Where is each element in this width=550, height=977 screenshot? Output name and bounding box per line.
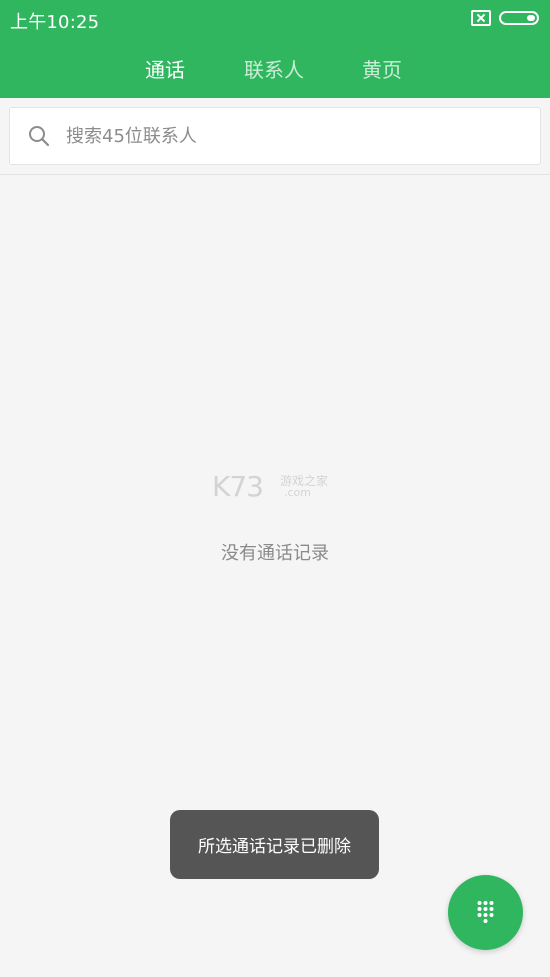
divider	[0, 174, 550, 175]
toast: 所选通话记录已删除	[170, 810, 379, 879]
app-header: 上午10:25 通话 联系人 黄页	[0, 0, 550, 98]
tab-contacts[interactable]: 联系人	[244, 54, 304, 83]
tab-yellow-pages[interactable]: 黄页	[362, 54, 402, 83]
watermark-logo: K73 游戏之家 .com	[210, 462, 340, 510]
search-icon	[27, 124, 51, 148]
empty-state-message: 没有通话记录	[221, 543, 329, 564]
search-bar[interactable]	[9, 107, 541, 165]
tab-bar: 通话 联系人 黄页	[0, 44, 550, 92]
dialpad-button[interactable]	[448, 875, 523, 950]
watermark-url-text: .com	[284, 486, 311, 499]
dialpad-icon	[477, 901, 494, 923]
watermark-main-text: K73	[212, 470, 264, 503]
sim-icon	[471, 10, 491, 26]
tab-calls[interactable]: 通话	[145, 54, 185, 83]
search-input[interactable]	[66, 120, 506, 152]
status-time: 上午10:25	[10, 12, 100, 33]
status-bar: 上午10:25	[0, 0, 550, 38]
battery-icon	[499, 11, 539, 25]
toast-text: 所选通话记录已删除	[198, 837, 351, 857]
